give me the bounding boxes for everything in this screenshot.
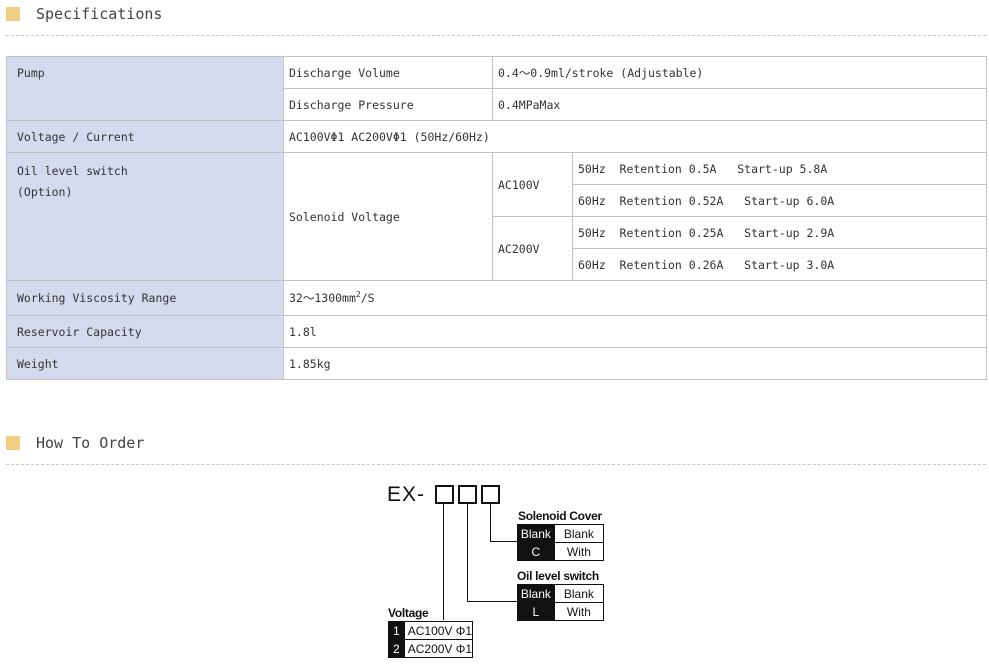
- voltage-connector: [443, 503, 444, 620]
- specifications-heading: Specifications: [6, 4, 162, 24]
- voltage-value: AC100V Φ1: [403, 621, 474, 640]
- table-row: 2 AC200V Φ1: [388, 639, 474, 658]
- specifications-title: Specifications: [36, 5, 163, 23]
- oil-switch-connector-h: [467, 601, 518, 602]
- voltage-value: AC200V Φ1: [403, 639, 474, 658]
- pump-label: Pump: [6, 56, 284, 121]
- viscosity-value: 32〜1300mm2/S: [283, 280, 987, 316]
- section-square-icon: [6, 436, 20, 450]
- voltage-title: Voltage: [388, 606, 429, 620]
- oil-level-switch-label: Oil level switch (Option): [6, 152, 284, 281]
- solenoid-cover-code: C: [517, 542, 555, 561]
- oil-level-switch-label-line1: Oil level switch: [17, 164, 128, 178]
- oil-level-switch-code: L: [517, 602, 555, 621]
- ac100v-60hz-value: 60Hz Retention 0.52A Start-up 6.0A: [572, 184, 987, 217]
- oil-level-switch-code: Blank: [517, 584, 555, 603]
- specifications-table: Pump Discharge Volume 0.4〜0.9ml/stroke (…: [6, 56, 987, 380]
- ac200v-60hz-value: 60Hz Retention 0.26A Start-up 3.0A: [572, 248, 987, 281]
- weight-label: Weight: [6, 347, 284, 380]
- table-row: Oil level switch (Option) Solenoid Volta…: [6, 152, 987, 281]
- solenoid-cover-table: Blank Blank C With: [517, 524, 605, 561]
- discharge-pressure-label: Discharge Pressure: [283, 88, 493, 121]
- section-square-icon: [6, 7, 20, 21]
- ac100v-50hz-value: 50Hz Retention 0.5A Start-up 5.8A: [572, 152, 987, 185]
- discharge-pressure-value: 0.4MPaMax: [492, 88, 987, 121]
- voltage-code-box: [435, 485, 454, 504]
- solenoid-voltage-label: Solenoid Voltage: [283, 152, 493, 281]
- solenoid-cover-code-box: [481, 485, 500, 504]
- table-row: Working Viscosity Range 32〜1300mm2/S: [6, 280, 987, 316]
- table-row: Blank Blank: [517, 584, 605, 603]
- table-row: L With: [517, 602, 605, 621]
- table-row: Reservoir Capacity 1.8l: [6, 315, 987, 348]
- solenoid-cover-title: Solenoid Cover: [518, 509, 602, 523]
- solenoid-connector-v: [490, 503, 491, 542]
- how-to-order-title: How To Order: [36, 434, 145, 452]
- voltage-table: 1 AC100V Φ1 2 AC200V Φ1: [388, 621, 474, 658]
- table-row: Voltage / Current AC100VΦ1 AC200VΦ1 (50H…: [6, 120, 987, 153]
- table-row: C With: [517, 542, 605, 561]
- solenoid-connector-h: [490, 541, 518, 542]
- solenoid-cover-value: With: [553, 542, 605, 561]
- ac200v-label: AC200V: [492, 216, 573, 281]
- model-prefix: EX-: [387, 483, 426, 506]
- specifications-divider: [6, 35, 986, 36]
- table-row: Pump Discharge Volume 0.4〜0.9ml/stroke (…: [6, 56, 987, 121]
- oil-level-switch-value: With: [553, 602, 605, 621]
- ac200v-50hz-value: 50Hz Retention 0.25A Start-up 2.9A: [572, 216, 987, 249]
- viscosity-value-base: 32〜1300mm: [289, 291, 356, 305]
- oil-level-switch-value: Blank: [553, 584, 605, 603]
- discharge-volume-label: Discharge Volume: [283, 56, 493, 89]
- discharge-volume-value: 0.4〜0.9ml/stroke (Adjustable): [492, 56, 987, 89]
- table-row: 1 AC100V Φ1: [388, 621, 474, 640]
- table-row: Weight 1.85kg: [6, 347, 987, 380]
- how-to-order-heading: How To Order: [6, 433, 144, 453]
- ac100v-label: AC100V: [492, 152, 573, 217]
- oil-level-switch-title: Oil level switch: [517, 569, 599, 583]
- viscosity-value-unit: /S: [360, 291, 375, 305]
- oil-level-switch-label-line2: (Option): [17, 185, 73, 199]
- weight-value: 1.85kg: [283, 347, 987, 380]
- voltage-current-value: AC100VΦ1 AC200VΦ1 (50Hz/60Hz): [283, 120, 987, 153]
- viscosity-label: Working Viscosity Range: [6, 280, 284, 316]
- how-to-order-divider: [6, 464, 986, 465]
- voltage-code: 1: [388, 621, 405, 640]
- voltage-code: 2: [388, 639, 405, 658]
- oil-level-switch-table: Blank Blank L With: [517, 584, 605, 621]
- table-row: Blank Blank: [517, 524, 605, 543]
- reservoir-capacity-label: Reservoir Capacity: [6, 315, 284, 348]
- reservoir-capacity-value: 1.8l: [283, 315, 987, 348]
- oil-switch-code-box: [458, 485, 477, 504]
- solenoid-cover-code: Blank: [517, 524, 555, 543]
- voltage-current-label: Voltage / Current: [6, 120, 284, 153]
- solenoid-cover-value: Blank: [553, 524, 605, 543]
- oil-switch-connector-v: [467, 503, 468, 602]
